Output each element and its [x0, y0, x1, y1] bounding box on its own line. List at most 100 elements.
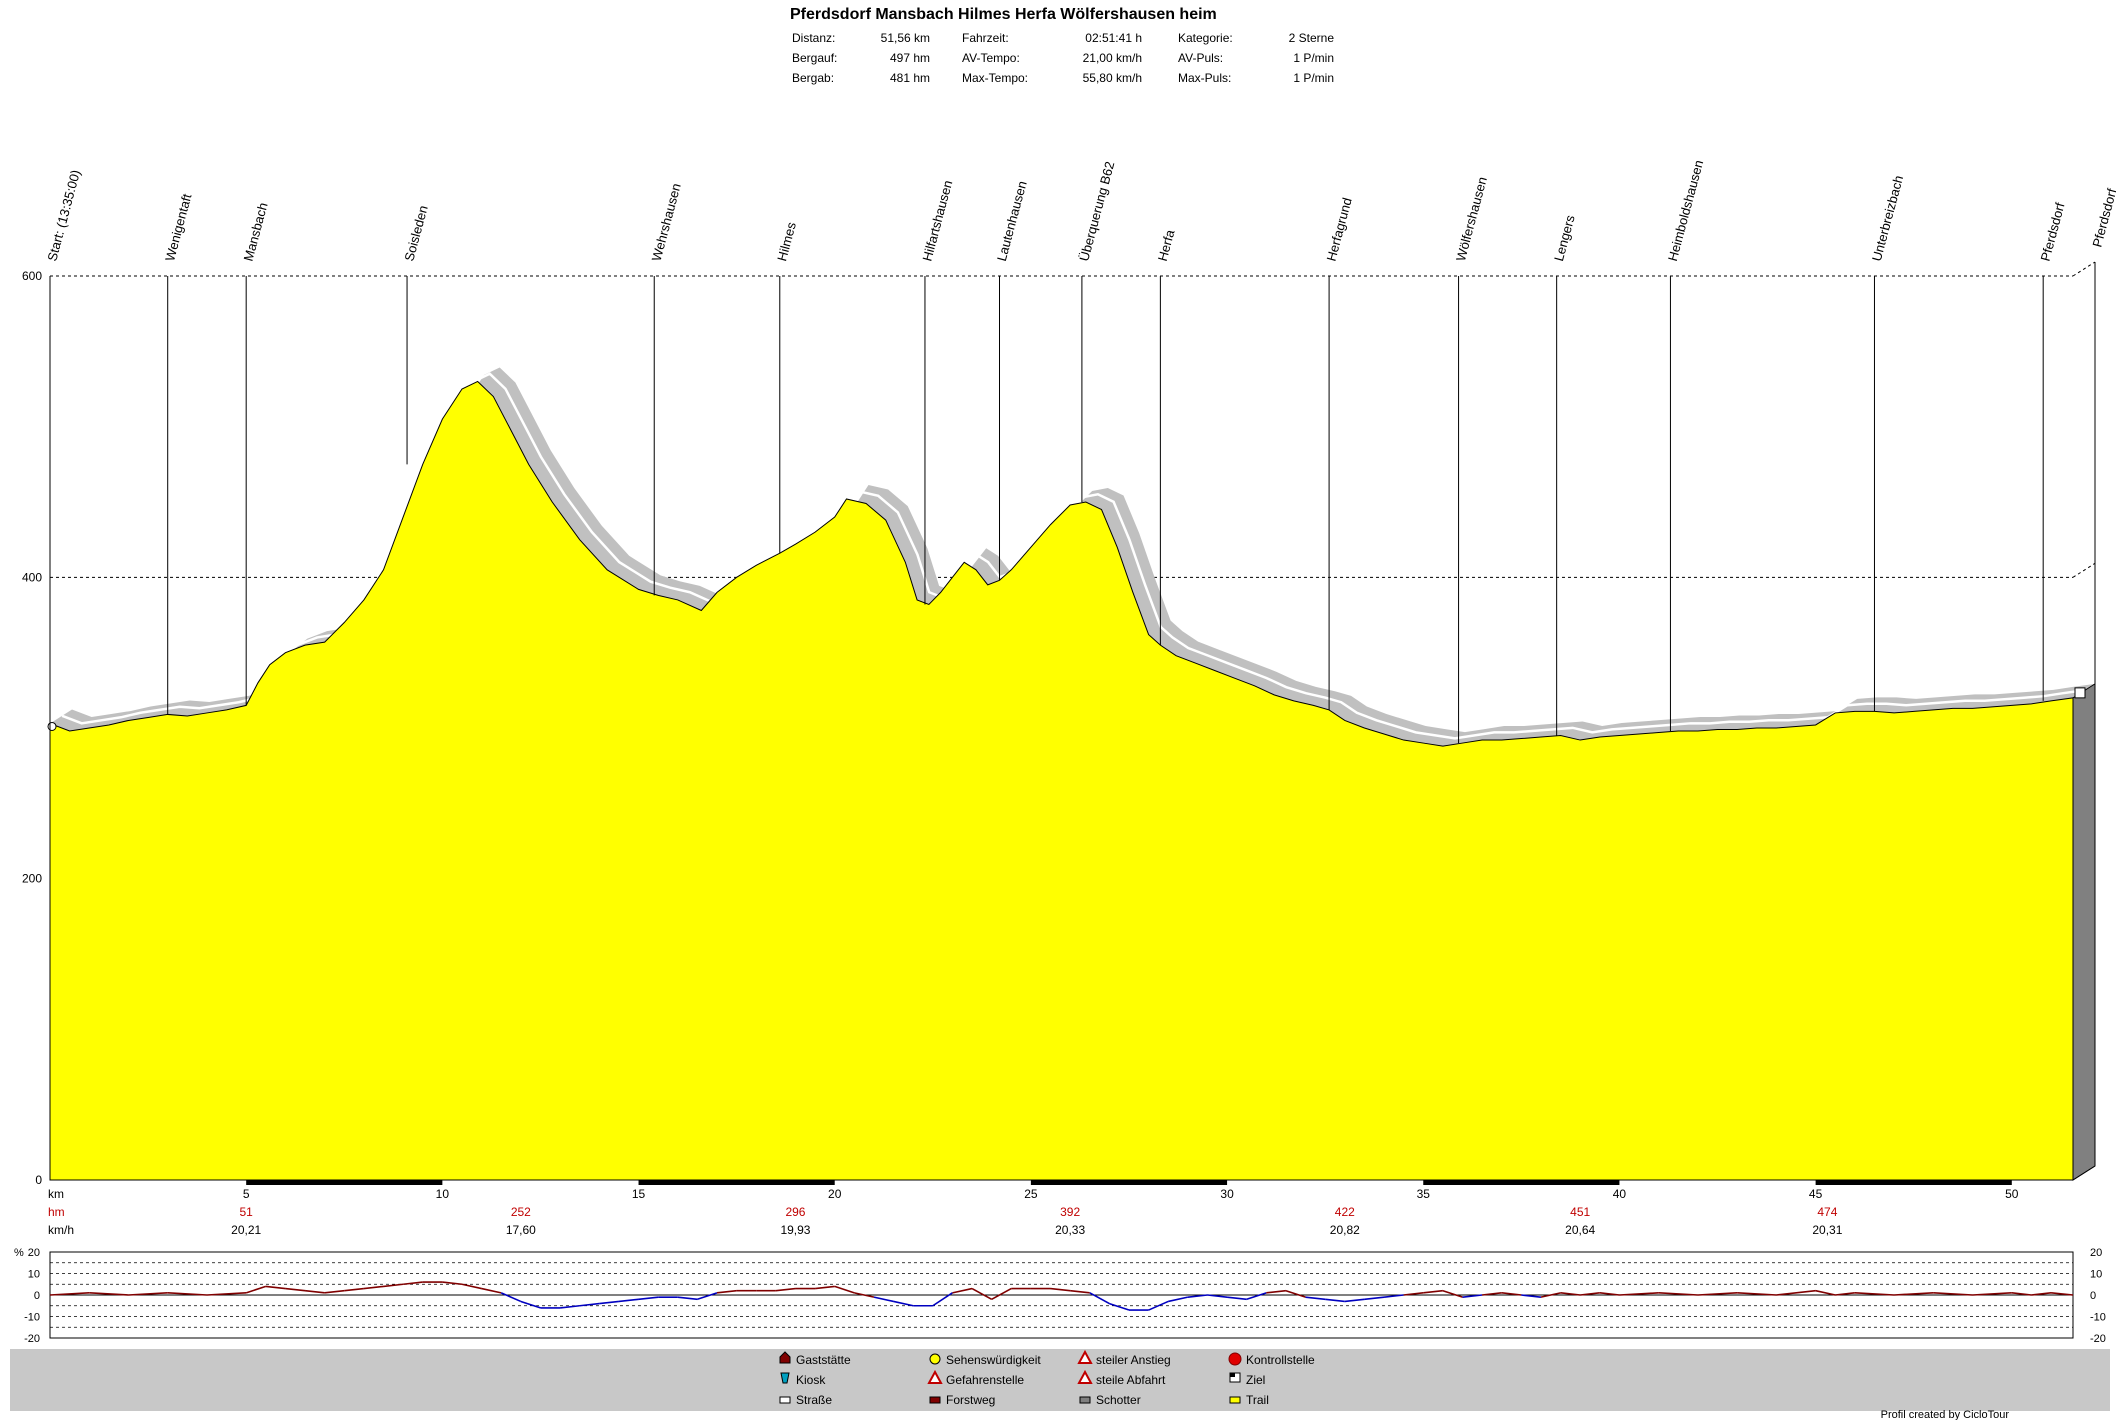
km-row-label: km: [48, 1187, 64, 1201]
elevation-area: [47, 367, 2096, 1181]
stop-icon: [1228, 1352, 1242, 1366]
stat-cell: 1 P/min: [1293, 51, 1334, 65]
x-tick-label: 15: [632, 1187, 646, 1201]
elevation-profile-figure: Pferdsdorf Mansbach Hilmes Herfa Wölfers…: [10, 6, 2116, 1420]
grade-tick-right: -10: [2090, 1312, 2106, 1324]
x-tick-label: 25: [1024, 1187, 1038, 1201]
x-tick-label: 30: [1220, 1187, 1234, 1201]
hm-value: 422: [1335, 1205, 1355, 1219]
legend-label: Kontrollstelle: [1246, 1353, 1315, 1367]
hm-value: 392: [1060, 1205, 1080, 1219]
profile-area: [49, 380, 2074, 1181]
km-segment: [1030, 1180, 1228, 1185]
waypoint-label: Start: (13:35:00): [44, 168, 83, 263]
grade-tick-left: 20: [28, 1247, 40, 1259]
trail-swatch-icon: [1229, 1396, 1241, 1404]
smiley-icon: [929, 1353, 941, 1365]
kmh-value: 17,60: [506, 1223, 536, 1237]
percent-label: %: [14, 1247, 24, 1259]
finish-flag-icon: [2074, 687, 2086, 699]
hm-value: 51: [239, 1205, 253, 1219]
hm-value: 252: [511, 1205, 531, 1219]
start-icon: [47, 721, 57, 731]
stats-table: Distanz: 51,56 km Fahrzeit: 02:51:41 h Kateg…: [792, 31, 1334, 85]
grade-tick-left: -10: [24, 1312, 40, 1324]
stat-cell: 1 P/min: [1293, 71, 1334, 85]
kmh-value: 20,33: [1055, 1223, 1085, 1237]
waypoint-label: Herfagrund: [1323, 196, 1354, 263]
road-swatch-icon: [779, 1396, 791, 1404]
y-tick-label: 400: [22, 570, 42, 584]
kmh-value: 20,82: [1330, 1223, 1360, 1237]
y-tick-label: 0: [35, 1173, 42, 1187]
legend-symbol: [929, 1353, 941, 1365]
waypoint-label: Soisleden: [401, 204, 430, 263]
legend-symbol-check: [1230, 1373, 1235, 1377]
summary-rows: km hm km/h 51 252 296 392 422 451 474 20,21 17,60 19…: [48, 1187, 1843, 1237]
grade-tick-left: 0: [34, 1290, 40, 1302]
kmh-value: 20,31: [1812, 1223, 1842, 1237]
stat-cell: 497 hm: [890, 51, 930, 65]
stat-cell: Distanz:: [792, 31, 835, 45]
legend-swatch: [1079, 1396, 1091, 1404]
legend-panel: [10, 1349, 2110, 1411]
legend-symbol: [1228, 1352, 1242, 1366]
stat-cell: 02:51:41 h: [1085, 31, 1142, 45]
stat-cell: Kategorie:: [1178, 31, 1233, 45]
grid-line-depth: [2072, 562, 2096, 578]
stat-cell: 2 Sterne: [1289, 31, 1335, 45]
x-tick-label: 10: [436, 1187, 450, 1201]
stat-cell: 55,80 km/h: [1083, 71, 1142, 85]
km-segment: [1423, 1180, 1620, 1185]
finish-flag-icon: [1229, 1372, 1241, 1383]
x-tick-label: 5: [243, 1187, 250, 1201]
x-tick-label: 45: [1809, 1187, 1823, 1201]
grade-tick-right: 20: [2090, 1247, 2102, 1259]
header: Pferdsdorf Mansbach Hilmes Herfa Wölfers…: [790, 6, 1334, 85]
waypoint-label: Mansbach: [241, 201, 271, 263]
stat-cell: 51,56 km: [881, 31, 930, 45]
waypoint-label: Pferdsdorf: [2089, 187, 2116, 249]
legend-label: Trail: [1246, 1393, 1269, 1407]
waypoint-label: Herfa: [1155, 227, 1178, 262]
grade-tick-left: 10: [28, 1269, 40, 1281]
grade-tick-right: 0: [2090, 1290, 2096, 1302]
gradient-chart: % 20 10 0 -10 -20 20 10 0 -10 -20: [14, 1247, 2106, 1345]
stat-cell: 21,00 km/h: [1083, 51, 1142, 65]
y-tick-label: 200: [22, 872, 42, 886]
waypoint-label: Überquerung B62: [1076, 160, 1117, 263]
waypoint-label: Lautenhausen: [994, 179, 1030, 262]
stat-cell: Bergauf:: [792, 51, 837, 65]
legend-label: Gaststätte: [796, 1353, 851, 1367]
stat-cell: Fahrzeit:: [962, 31, 1009, 45]
legend-label: Kiosk: [796, 1373, 826, 1387]
km-segment: [1815, 1180, 2012, 1185]
profile-side-face: [2072, 682, 2096, 1181]
stat-cell: AV-Tempo:: [962, 51, 1020, 65]
x-tick-label: 50: [2005, 1187, 2019, 1201]
x-tick-label: 40: [1613, 1187, 1627, 1201]
x-tick-label: 35: [1417, 1187, 1431, 1201]
legend-label: Schotter: [1096, 1393, 1141, 1407]
waypoint-label: Wölfershausen: [1453, 175, 1490, 263]
stat-cell: Max-Puls:: [1178, 71, 1231, 85]
kiosk-icon: [780, 1372, 790, 1384]
grade-tick-left: -20: [24, 1333, 40, 1345]
kmh-value: 20,21: [231, 1223, 261, 1237]
legend-label: Gefahrenstelle: [946, 1373, 1024, 1387]
waypoint-label: Hilfartshausen: [919, 179, 955, 263]
kmh-row-label: km/h: [48, 1223, 74, 1237]
waypoint-label: Hilmes: [774, 220, 799, 263]
legend-swatch: [779, 1396, 791, 1404]
legend-label: steile Abfahrt: [1096, 1373, 1166, 1387]
kmh-value: 20,64: [1565, 1223, 1595, 1237]
legend-label: Sehenswürdigkeit: [946, 1353, 1041, 1367]
hm-value: 474: [1817, 1205, 1837, 1219]
kmh-value: 19,93: [780, 1223, 810, 1237]
stat-cell: Max-Tempo:: [962, 71, 1028, 85]
waypoint-label: Wenigentaft: [162, 192, 194, 263]
hm-value: 451: [1570, 1205, 1590, 1219]
stat-cell: 481 hm: [890, 71, 930, 85]
grid-line-depth: [2072, 261, 2096, 277]
legend-label: steiler Anstieg: [1096, 1353, 1171, 1367]
